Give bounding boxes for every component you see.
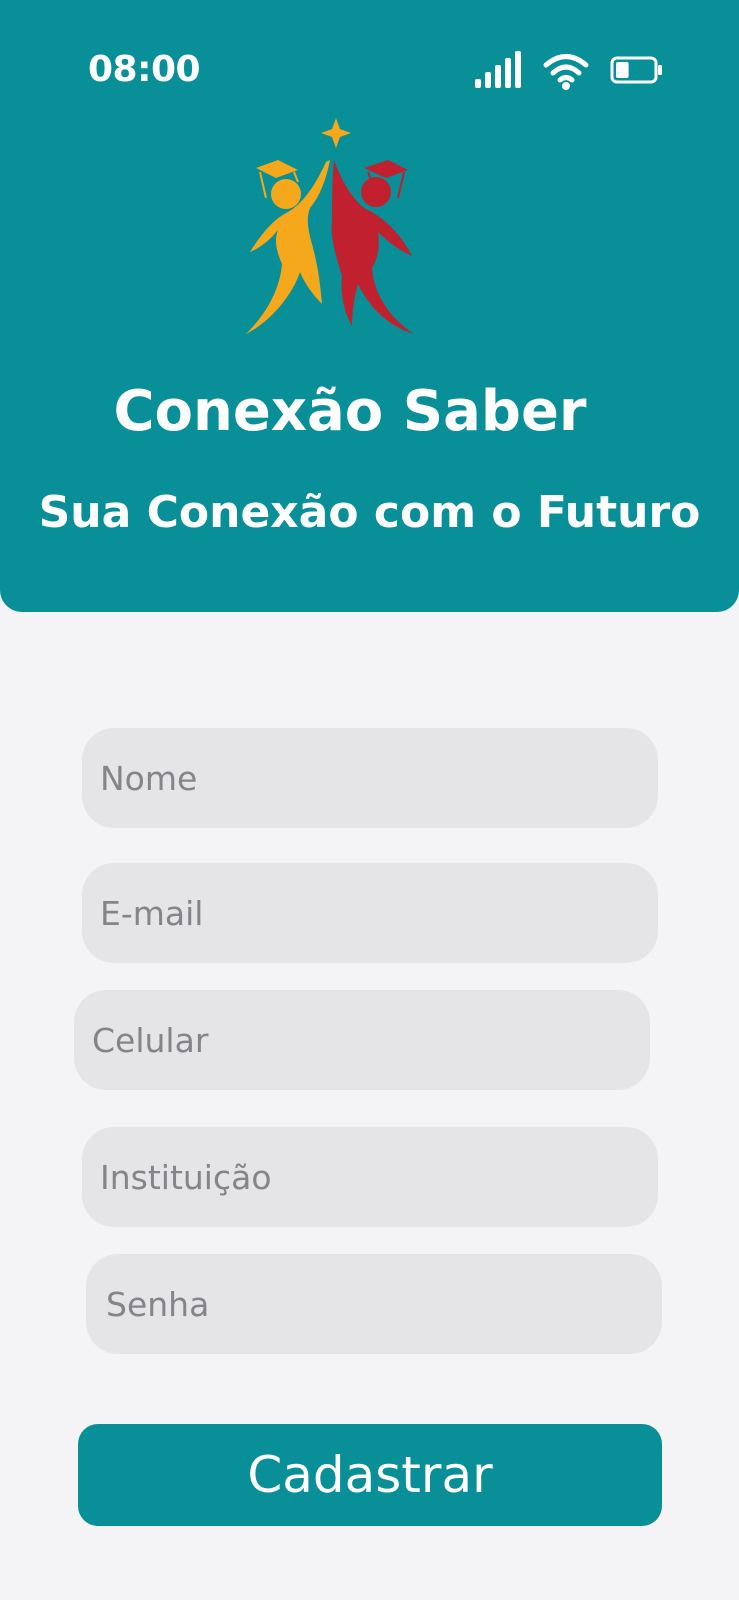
status-bar-time: 08:00: [88, 49, 201, 90]
name-input[interactable]: [82, 728, 658, 828]
register-button[interactable]: Cadastrar: [78, 1424, 662, 1526]
status-bar-icons: [474, 50, 664, 92]
institution-input[interactable]: [82, 1127, 658, 1227]
password-input[interactable]: [86, 1254, 662, 1354]
phone-input[interactable]: [74, 990, 650, 1090]
wifi-icon: [543, 54, 589, 90]
email-input[interactable]: [82, 863, 658, 963]
battery-icon: [610, 56, 662, 84]
graduates-high-five-logo: [246, 118, 414, 334]
app-title: Conexão Saber: [113, 379, 587, 444]
app-header: 08:00 Conexão Saber Sua Conexão com o Fu…: [0, 0, 739, 612]
app-subtitle: Sua Conexão com o Futuro: [38, 487, 701, 538]
cellular-signal-icon: [475, 51, 521, 88]
